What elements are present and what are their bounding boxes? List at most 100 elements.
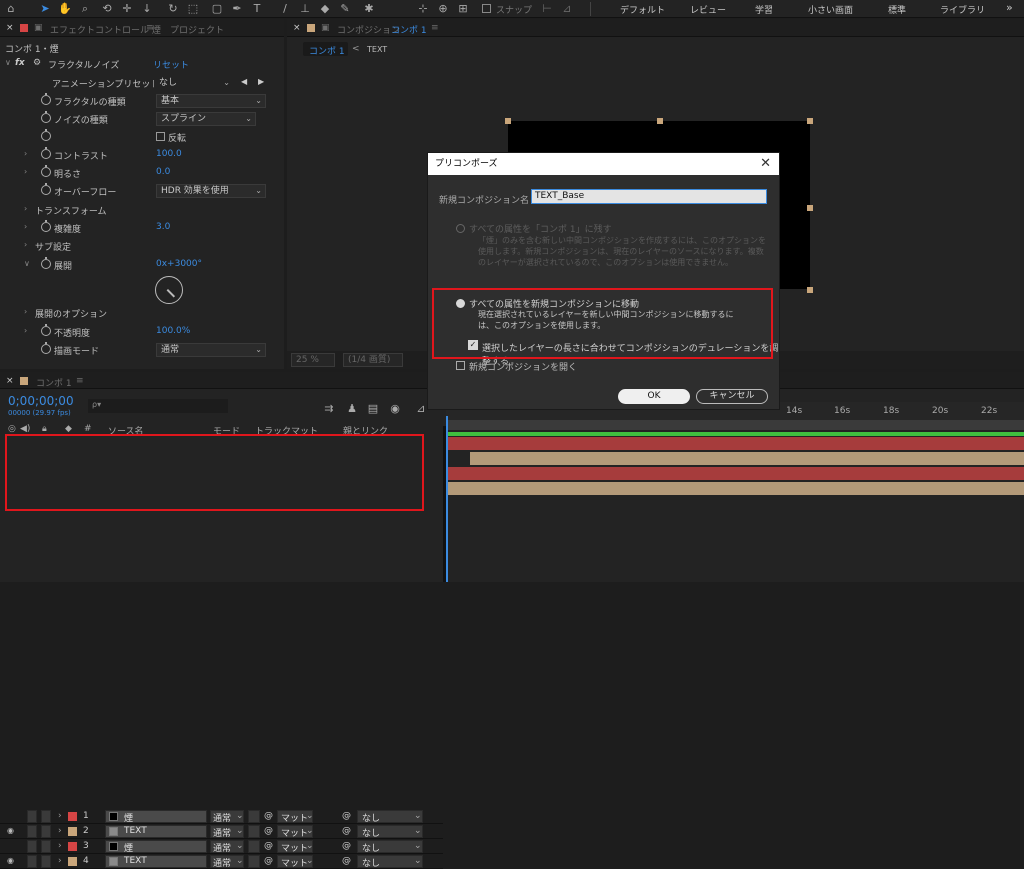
tab-menu-icon[interactable]: ≡ xyxy=(76,376,84,386)
table-row[interactable]: ◉ › 4 TEXT 通常 ⌄ @ マット ⌄ @ なし ⌄ xyxy=(0,854,443,869)
opacity-value[interactable]: 100.0% xyxy=(156,326,190,336)
expand-icon[interactable]: › xyxy=(58,811,62,821)
track-bar-layer-1[interactable] xyxy=(446,437,1024,450)
spiral-icon[interactable]: @ xyxy=(264,811,273,821)
snap-options-icon[interactable]: ⊿ xyxy=(560,2,574,16)
track-bar-layer-4[interactable] xyxy=(446,482,1024,495)
rectangle-tool-icon[interactable]: ▢ xyxy=(210,2,224,16)
home-icon[interactable]: ⌂ xyxy=(4,2,18,16)
spiral-icon[interactable]: @ xyxy=(264,826,273,836)
lock-toggle[interactable] xyxy=(41,825,51,838)
snap-icon[interactable]: ⊢ xyxy=(540,2,554,16)
eye-icon[interactable]: ◉ xyxy=(7,826,14,835)
puppet-tool-icon[interactable]: ✱ xyxy=(362,2,376,16)
pick-whip-icon[interactable]: @ xyxy=(342,841,351,851)
clone-stamp-icon[interactable]: ⊥ xyxy=(298,2,312,16)
noise-type-dropdown[interactable]: スプライン ⌄ xyxy=(156,112,256,126)
collapse-icon[interactable]: ∨ xyxy=(24,259,30,268)
fx-icon[interactable]: fx xyxy=(15,58,25,68)
workspace-overflow-icon[interactable]: » xyxy=(1006,1,1013,14)
blend-mode-dropdown[interactable]: 通常 ⌄ xyxy=(156,343,266,357)
workspace-small-screen[interactable]: 小さい画面 xyxy=(808,3,853,16)
roto-brush-icon[interactable]: ✎ xyxy=(338,2,352,16)
solo-toggle[interactable] xyxy=(27,855,37,868)
handle-tc[interactable] xyxy=(657,118,663,124)
comp-name-input[interactable]: TEXT_Base xyxy=(531,189,767,204)
layer-search-input[interactable]: ρ▾ xyxy=(88,399,228,413)
brush-tool-icon[interactable]: / xyxy=(278,2,292,16)
lock-toggle[interactable] xyxy=(41,840,51,853)
timecode[interactable]: 0;00;00;00 xyxy=(8,394,74,408)
tab-menu-icon[interactable]: ≡ xyxy=(431,23,439,33)
frame-blending-icon[interactable]: ▤ xyxy=(366,402,380,416)
orbit-tool-icon[interactable]: ⟲ xyxy=(100,2,114,16)
breadcrumb-layer[interactable]: TEXT xyxy=(367,45,387,54)
layer-name-cell[interactable] xyxy=(105,855,207,868)
solo-toggle[interactable] xyxy=(27,810,37,823)
type-tool-icon[interactable]: T xyxy=(250,2,264,16)
workspace-review[interactable]: レビュー xyxy=(690,3,726,16)
stopwatch-icon[interactable] xyxy=(41,111,51,123)
zoom-tool-icon[interactable]: ⌕ xyxy=(78,2,92,16)
solo-toggle[interactable] xyxy=(27,840,37,853)
table-row[interactable]: › 1 煙 通常 ⌄ @ マット ⌄ @ なし ⌄ xyxy=(0,809,443,824)
collapse-icon[interactable]: ∨ xyxy=(5,58,11,67)
preserve-transparency-toggle[interactable] xyxy=(248,825,260,838)
overflow-dropdown[interactable]: HDR 効果を使用 ⌄ xyxy=(156,184,266,198)
expand-icon[interactable]: › xyxy=(24,204,27,213)
pan-tool-icon[interactable]: ✛ xyxy=(120,2,134,16)
breadcrumb-comp[interactable]: コンポ 1 xyxy=(303,42,348,57)
close-tab-icon[interactable]: × xyxy=(6,376,14,386)
fractal-type-dropdown[interactable]: 基本 ⌄ xyxy=(156,94,266,108)
prev-preset-icon[interactable]: ◀ xyxy=(241,77,247,86)
expand-icon[interactable]: › xyxy=(24,240,27,249)
close-tab-icon[interactable]: × xyxy=(293,23,301,33)
stopwatch-icon[interactable] xyxy=(41,129,51,141)
invert-checkbox[interactable] xyxy=(156,132,165,141)
handle-tr[interactable] xyxy=(807,118,813,124)
preset-dropdown[interactable]: なし ⌄ xyxy=(154,76,234,90)
stopwatch-icon[interactable] xyxy=(41,220,51,232)
selection-tool-icon[interactable]: ➤ xyxy=(38,2,52,16)
axis-view-icon[interactable]: ⊞ xyxy=(456,2,470,16)
tab-comp-name[interactable]: コンポ 1 xyxy=(391,23,427,36)
layer-name-cell[interactable] xyxy=(105,840,207,853)
label-color-swatch[interactable] xyxy=(68,812,77,821)
camera-tool-icon[interactable]: ⬚ xyxy=(186,2,200,16)
layer-name-cell[interactable] xyxy=(105,825,207,838)
motion-blur-icon[interactable]: ◉ xyxy=(388,402,402,416)
eye-icon[interactable]: ◉ xyxy=(7,856,14,865)
tab-project[interactable]: プロジェクト xyxy=(170,23,224,36)
axis-world-icon[interactable]: ⊕ xyxy=(436,2,450,16)
complexity-value[interactable]: 3.0 xyxy=(156,222,170,232)
handle-mr[interactable] xyxy=(807,205,813,211)
tab-timeline-comp[interactable]: コンポ 1 xyxy=(36,376,72,389)
close-tab-icon[interactable]: × xyxy=(6,23,14,33)
table-row[interactable]: › 3 煙 通常 ⌄ @ マット ⌄ @ なし ⌄ xyxy=(0,839,443,854)
tab-menu-icon[interactable]: ≡ xyxy=(146,23,154,33)
table-row[interactable]: ◉ › 2 TEXT 通常 ⌄ @ マット ⌄ @ なし ⌄ xyxy=(0,824,443,839)
next-preset-icon[interactable]: ▶ xyxy=(258,77,264,86)
expand-icon[interactable]: › xyxy=(24,307,27,316)
panel-divider[interactable] xyxy=(443,426,446,582)
workspace-learn[interactable]: 学習 xyxy=(755,3,773,16)
stopwatch-icon[interactable] xyxy=(41,342,51,354)
dolly-tool-icon[interactable]: ↓ xyxy=(140,2,154,16)
lock-column-icon[interactable]: 🔒︎ xyxy=(42,424,47,434)
expand-icon[interactable]: › xyxy=(24,222,27,231)
workspace-libraries[interactable]: ライブラリ xyxy=(940,3,985,16)
effect-settings-icon[interactable]: ⚙ xyxy=(33,58,41,68)
expand-icon[interactable]: › xyxy=(58,856,62,866)
cancel-button[interactable]: キャンセル xyxy=(696,389,768,404)
label-color-swatch[interactable] xyxy=(68,827,77,836)
stopwatch-icon[interactable] xyxy=(41,93,51,105)
evolution-angle-dial[interactable] xyxy=(155,276,183,304)
expand-icon[interactable]: › xyxy=(24,326,27,335)
expand-icon[interactable]: › xyxy=(58,841,62,851)
stopwatch-icon[interactable] xyxy=(41,183,51,195)
pick-whip-icon[interactable]: @ xyxy=(342,826,351,836)
axis-icon[interactable]: ⊹ xyxy=(416,2,430,16)
av-toggle-icon[interactable]: ◎ xyxy=(8,424,16,434)
preserve-transparency-toggle[interactable] xyxy=(248,855,260,868)
shy-layers-icon[interactable]: ♟ xyxy=(345,402,359,416)
